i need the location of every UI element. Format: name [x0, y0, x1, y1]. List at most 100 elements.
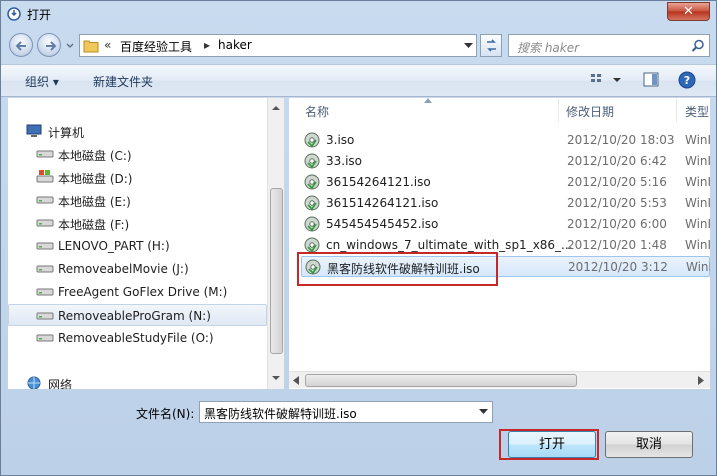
- file-type: WinI: [685, 217, 710, 231]
- file-date: 2012/10/20 5:16: [567, 175, 667, 189]
- back-arrow-icon: [15, 41, 26, 51]
- disc-image-icon: [304, 153, 320, 169]
- nav-item-drive-j[interactable]: RemoveabelMovie (J:): [8, 258, 267, 280]
- file-type: WinI: [685, 196, 710, 210]
- change-view-icon[interactable]: [589, 71, 625, 89]
- filename-label: 文件名(N):: [136, 407, 195, 421]
- navigation-scrollbar[interactable]: [267, 98, 284, 389]
- app-icon: [7, 7, 21, 21]
- address-bar[interactable]: « 百度经验工具 ▸ haker: [79, 34, 477, 57]
- nav-item-label: RemoveableProGram (N:): [58, 309, 211, 323]
- scroll-right-icon[interactable]: [697, 376, 705, 385]
- computer-icon: [26, 124, 42, 137]
- scrollbar-thumb[interactable]: [305, 374, 577, 387]
- nav-item-drive-n[interactable]: RemoveableProGram (N:): [8, 304, 267, 326]
- file-row[interactable]: 36154264121.iso 2012/10/20 5:16 WinI: [301, 172, 710, 193]
- drive-icon: [36, 150, 54, 158]
- file-name: cn_windows_7_ultimate_with_sp1_x86_...: [326, 238, 573, 252]
- file-name: 36154264121.iso: [326, 175, 431, 189]
- cancel-button[interactable]: 取消: [605, 431, 693, 458]
- nav-item-drive-m[interactable]: FreeAgent GoFlex Drive (M:): [8, 281, 267, 303]
- breadcrumb-overflow[interactable]: «: [104, 38, 111, 52]
- scrollbar-thumb[interactable]: [270, 188, 283, 354]
- scroll-up-icon[interactable]: [271, 103, 281, 113]
- disc-image-icon: [304, 174, 320, 190]
- window-title: 打开: [27, 8, 52, 22]
- help-icon[interactable]: ?: [678, 71, 696, 89]
- nav-item-drive-c[interactable]: 本地磁盘 (C:): [8, 143, 267, 165]
- scroll-down-icon[interactable]: [271, 373, 281, 383]
- highlight-annotation: [499, 429, 599, 460]
- file-date: 2012/10/20 5:53: [567, 196, 667, 210]
- file-date: 2012/10/20 6:42: [567, 154, 667, 168]
- file-date: 2012/10/20 1:48: [567, 238, 667, 252]
- disc-image-icon: [304, 237, 320, 253]
- back-button[interactable]: [9, 33, 33, 57]
- file-type: WinI: [685, 133, 710, 147]
- system-drive-icon: [36, 170, 54, 183]
- column-header-name[interactable]: 名称: [289, 98, 559, 122]
- filename-combobox[interactable]: 黑客防线软件破解特训班.iso: [199, 401, 493, 423]
- forward-button[interactable]: [37, 33, 61, 57]
- nav-item-label: 本地磁盘 (C:): [58, 149, 132, 163]
- search-icon[interactable]: [691, 39, 705, 53]
- nav-item-network[interactable]: 网络: [8, 372, 267, 389]
- nav-item-label: FreeAgent GoFlex Drive (M:): [58, 285, 228, 299]
- column-header-type[interactable]: 类型: [677, 98, 710, 122]
- new-folder-button[interactable]: 新建文件夹: [93, 73, 153, 90]
- command-bar: 组织 ▾ 新建文件夹 ?: [1, 64, 716, 97]
- file-row[interactable]: 545454545452.iso 2012/10/20 6:00 WinI: [301, 214, 710, 235]
- breadcrumb-item[interactable]: haker: [218, 38, 252, 52]
- file-type: WinI: [685, 238, 710, 252]
- drive-icon: [36, 288, 54, 296]
- disc-image-icon: [304, 216, 320, 232]
- column-header-label: 名称: [305, 105, 330, 119]
- filename-dropdown-icon[interactable]: [479, 409, 488, 415]
- network-icon: [27, 376, 41, 389]
- column-header-label: 类型: [685, 105, 710, 119]
- scroll-left-icon[interactable]: [292, 376, 300, 385]
- breadcrumb-separator-icon[interactable]: ▸: [204, 38, 210, 52]
- breadcrumb-item[interactable]: 百度经验工具: [120, 38, 192, 55]
- nav-item-drive-d[interactable]: 本地磁盘 (D:): [8, 166, 267, 188]
- filename-value: 黑客防线软件破解特训班.iso: [204, 407, 357, 421]
- address-dropdown-icon[interactable]: [464, 43, 473, 49]
- nav-item-label: 计算机: [48, 126, 85, 140]
- file-name: 33.iso: [326, 154, 363, 168]
- drive-icon: [36, 219, 54, 227]
- file-type: WinI: [685, 175, 710, 189]
- forward-arrow-icon: [46, 41, 57, 51]
- file-row[interactable]: 3.iso 2012/10/20 18:03 WinI: [301, 130, 710, 151]
- nav-item-drive-f[interactable]: 本地磁盘 (F:): [8, 212, 267, 234]
- nav-item-label: RemoveabelMovie (J:): [58, 262, 189, 276]
- nav-item-label: 本地磁盘 (F:): [58, 218, 130, 232]
- svg-text:?: ?: [684, 74, 690, 87]
- file-row[interactable]: 33.iso 2012/10/20 6:42 WinI: [301, 151, 710, 172]
- drive-icon: [36, 196, 54, 204]
- organize-menu-button[interactable]: 组织 ▾: [25, 73, 59, 90]
- nav-item-drive-e[interactable]: 本地磁盘 (E:): [8, 189, 267, 211]
- file-name: 361514264121.iso: [326, 196, 439, 210]
- nav-item-drive-h[interactable]: LENOVO_PART (H:): [8, 235, 267, 257]
- recent-pages-dropdown-icon[interactable]: [65, 41, 75, 51]
- nav-item-label: 网络: [48, 378, 73, 389]
- nav-item-computer[interactable]: 计算机: [8, 120, 267, 142]
- file-row[interactable]: 361514264121.iso 2012/10/20 5:53 WinI: [301, 193, 710, 214]
- preview-pane-icon[interactable]: [642, 71, 660, 89]
- horizontal-scrollbar[interactable]: [289, 371, 710, 388]
- refresh-button[interactable]: [480, 34, 502, 57]
- nav-item-label: 本地磁盘 (D:): [58, 172, 133, 186]
- nav-item-drive-o[interactable]: RemoveableStudyFile (O:): [8, 327, 267, 349]
- file-name: 3.iso: [326, 133, 355, 147]
- close-button[interactable]: ✕: [667, 2, 710, 21]
- search-placeholder: 搜索 haker: [517, 41, 580, 55]
- file-date: 2012/10/20 18:03: [567, 133, 675, 147]
- column-header-date[interactable]: 修改日期: [559, 98, 677, 122]
- refresh-icon: [487, 39, 496, 52]
- navigation-pane: 计算机 本地磁盘 (C:) 本地磁盘 (D:) 本地磁盘 (E:) 本地磁盘 (…: [8, 98, 284, 389]
- disc-image-icon: [304, 132, 320, 148]
- nav-item-label: LENOVO_PART (H:): [58, 239, 170, 253]
- column-header-label: 修改日期: [566, 105, 615, 119]
- open-file-dialog: 打开 ✕ « 百度经验工具 ▸ haker 搜索 haker 组织 ▾ 新建文件…: [0, 0, 717, 476]
- search-input[interactable]: 搜索 haker: [508, 34, 710, 57]
